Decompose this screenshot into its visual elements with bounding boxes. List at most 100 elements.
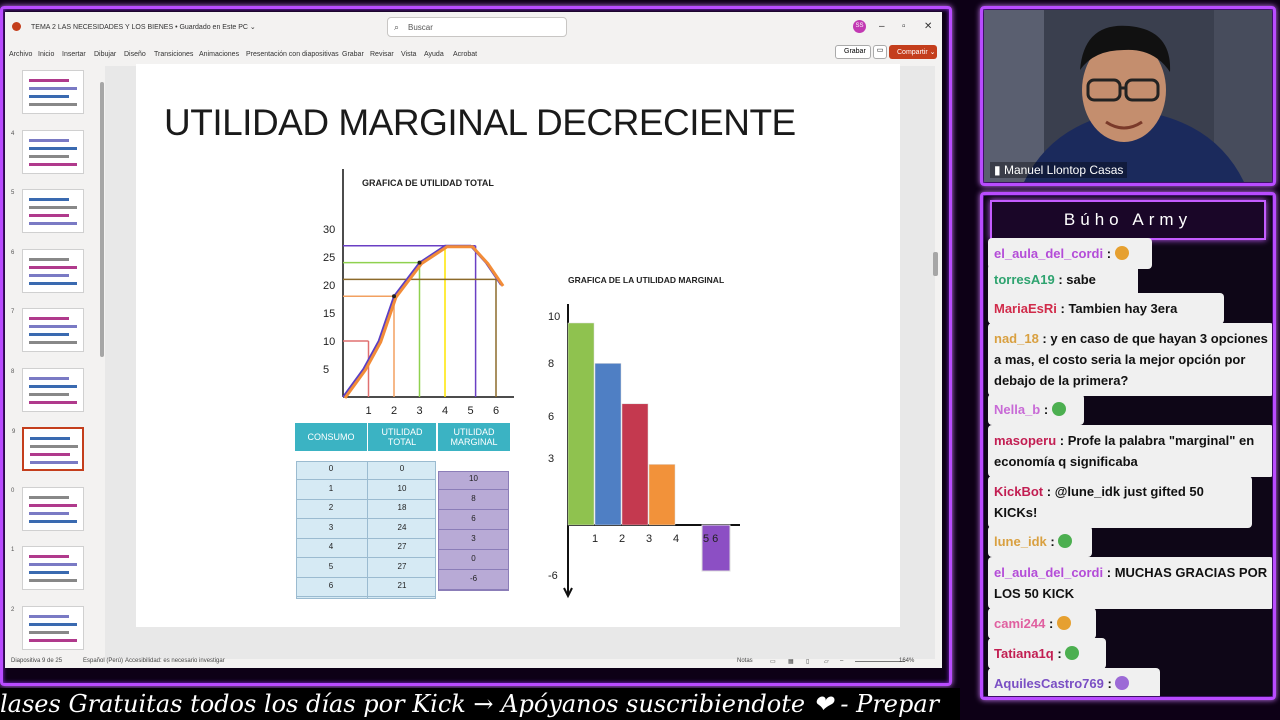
- ribbon-tab[interactable]: Archivo: [9, 51, 32, 58]
- slide-thumbnail[interactable]: 2: [11, 605, 84, 650]
- ribbon-tab[interactable]: Acrobat: [453, 51, 477, 58]
- slideshow-view-icon[interactable]: ▱: [824, 658, 829, 665]
- notes-button[interactable]: Notas: [737, 658, 753, 664]
- table-header: UTILIDAD TOTAL: [368, 423, 436, 451]
- thumbnail-content: [29, 162, 77, 166]
- avatar[interactable]: SS: [853, 20, 866, 33]
- chat-username[interactable]: Tatiana1q: [994, 646, 1054, 661]
- zoom-out-icon[interactable]: –: [840, 658, 843, 664]
- chat-username[interactable]: lune_idk: [994, 534, 1047, 549]
- y-tick-label: 25: [323, 252, 335, 264]
- chat-message: Nella_b :: [988, 394, 1084, 425]
- slide-number: 8: [11, 368, 15, 375]
- chat-message: nad_18 : y en caso de que hayan 3 opcion…: [988, 323, 1272, 396]
- reading-view-icon[interactable]: ▯: [806, 658, 809, 665]
- slide-thumbnail[interactable]: 0: [11, 486, 84, 531]
- search-input[interactable]: ⌕ Buscar: [387, 17, 567, 37]
- chat-message: KickBot : @lune_idk just gifted 50 KICKs…: [988, 476, 1252, 528]
- table-cell: 8: [471, 494, 476, 503]
- chat-username[interactable]: KickBot: [994, 484, 1043, 499]
- thumbnail-content: [29, 638, 77, 642]
- ribbon-tab[interactable]: Animaciones: [199, 51, 239, 58]
- share-label: Compartir ⌄: [897, 49, 936, 56]
- chat-username[interactable]: el_aula_del_cordi: [994, 246, 1103, 261]
- table-header: UTILIDAD MARGINAL: [438, 423, 510, 451]
- thumbnail-content: [29, 146, 77, 150]
- slide-number: 0: [11, 487, 15, 494]
- slide-thumbnail[interactable]: 5: [11, 189, 84, 233]
- zoom-level[interactable]: 164%: [899, 658, 914, 664]
- chat-title: Búho Army: [990, 200, 1266, 240]
- y-tick-label: 6: [548, 411, 554, 423]
- table-row-line: [296, 537, 436, 539]
- chat-username[interactable]: nad_18: [994, 331, 1039, 346]
- sorter-view-icon[interactable]: ▦: [788, 658, 794, 665]
- webcam-feed: ▮ Manuel Llontop Casas: [984, 10, 1272, 182]
- maximize-icon[interactable]: ▫: [902, 21, 906, 32]
- thumbnail-content: [29, 95, 69, 98]
- chat-username[interactable]: AquilesCastro769: [994, 676, 1104, 691]
- title-bar: TEMA 2 LAS NECESIDADES Y LOS BIENES • Gu…: [5, 12, 942, 42]
- thumbnail-content: [29, 198, 69, 201]
- slide-thumbnail[interactable]: [22, 70, 84, 114]
- table-cell: 3: [328, 522, 334, 532]
- thumbnail-scrollbar[interactable]: [100, 82, 104, 357]
- chat-username[interactable]: cami244: [994, 616, 1045, 631]
- x-tick-label: 4: [673, 533, 679, 545]
- slide-thumbnails: 4 5 6 7 8 9 0 1 2: [5, 70, 105, 660]
- ribbon-tab[interactable]: Grabar: [342, 51, 364, 58]
- emote-icon: [1051, 402, 1066, 416]
- table-cell: 27: [397, 561, 407, 571]
- minimize-icon[interactable]: –: [879, 21, 885, 32]
- ribbon-tab[interactable]: Vista: [401, 51, 416, 58]
- thumbnail-content: [29, 622, 77, 626]
- ribbon-tab[interactable]: Ayuda: [424, 51, 444, 58]
- table-row-line: [438, 529, 509, 530]
- chat-text: Tambien hay 3era: [1068, 301, 1178, 316]
- data-point: [392, 294, 396, 299]
- thumbnail-content: [29, 511, 69, 515]
- x-tick-label: 3: [646, 533, 652, 545]
- chat-username[interactable]: masoperu: [994, 433, 1056, 448]
- ribbon-tab[interactable]: Presentación con diapositivas: [246, 51, 339, 58]
- data-point: [417, 260, 422, 265]
- table-cell: 10: [469, 474, 478, 483]
- ribbon-tab[interactable]: Transiciones: [154, 51, 193, 58]
- slide-thumbnail[interactable]: 1: [11, 546, 84, 590]
- canvas-scrollbar[interactable]: [933, 252, 938, 276]
- record-button[interactable]: Grabar: [835, 45, 871, 59]
- share-button[interactable]: Compartir ⌄: [889, 45, 937, 59]
- slide-thumbnail[interactable]: 9: [12, 427, 84, 471]
- chat-username[interactable]: el_aula_del_cordi: [994, 565, 1103, 580]
- y-tick-label: -6: [548, 570, 558, 582]
- normal-view-icon[interactable]: ▭: [770, 658, 776, 665]
- thumbnail-content: [29, 392, 69, 396]
- language-status[interactable]: Español (Perú): [83, 658, 123, 664]
- slide-number: 2: [11, 606, 15, 613]
- bar: [648, 464, 676, 526]
- comment-icon[interactable]: ▭: [873, 45, 887, 59]
- powerpoint-app-icon: [12, 22, 21, 31]
- ribbon-tab[interactable]: Revisar: [370, 51, 394, 58]
- table-row-line: [296, 498, 436, 500]
- table-row-line: [296, 479, 436, 480]
- thumbnail-content: [29, 519, 77, 523]
- ribbon-tab[interactable]: Insertar: [62, 51, 86, 58]
- ribbon-tab[interactable]: Inicio: [38, 51, 54, 58]
- thumbnail-content: [29, 341, 77, 344]
- chat-username[interactable]: Nella_b: [994, 402, 1040, 417]
- slide-thumbnail[interactable]: 7: [11, 308, 84, 352]
- slide-thumbnail[interactable]: 8: [11, 367, 84, 412]
- zoom-slider[interactable]: [855, 661, 905, 662]
- slide-thumbnail[interactable]: 6: [11, 248, 84, 293]
- ribbon-tab[interactable]: Dibujar: [94, 51, 116, 58]
- slide-thumbnail[interactable]: 4: [11, 129, 84, 174]
- chat-username[interactable]: torresA19: [994, 272, 1055, 287]
- ribbon-tab[interactable]: Diseño: [124, 51, 146, 58]
- table-cell: 18: [397, 503, 407, 512]
- table-row-line: [296, 518, 436, 519]
- close-icon[interactable]: ✕: [924, 21, 932, 32]
- chat-username[interactable]: MariaEsRi: [994, 301, 1057, 316]
- thumbnail-content: [29, 400, 77, 404]
- accessibility-status[interactable]: Accesibilidad: es necesario investigar: [125, 658, 225, 664]
